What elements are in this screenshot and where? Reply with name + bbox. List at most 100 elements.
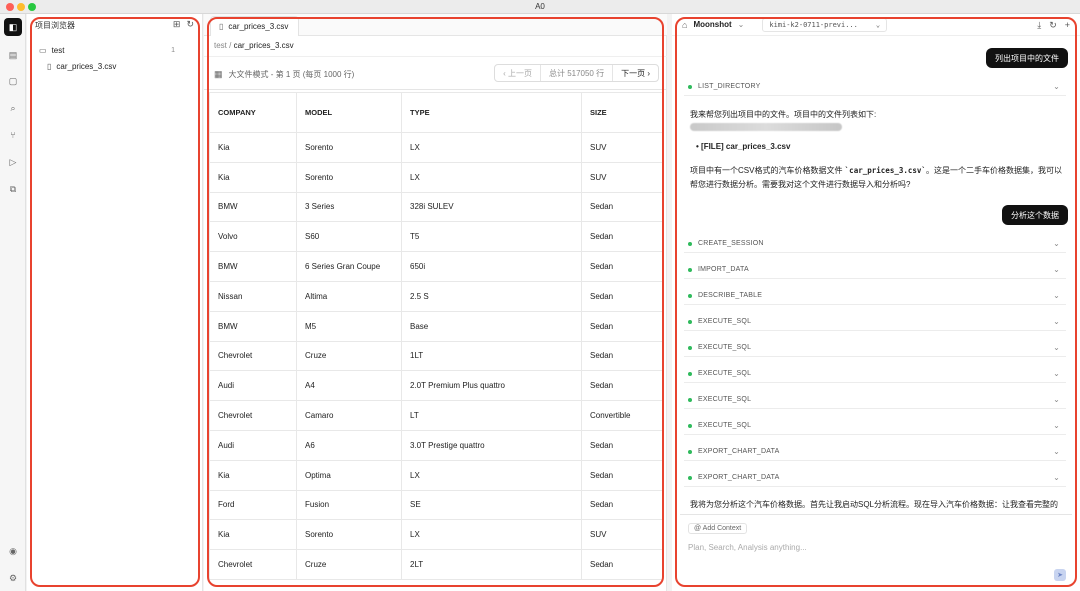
table-cell[interactable]: 2.5 S bbox=[401, 280, 582, 312]
table-cell[interactable]: 2.0T Premium Plus quattro bbox=[401, 370, 582, 402]
send-icon[interactable]: ➤ bbox=[1054, 569, 1066, 581]
table-cell[interactable]: 3.0T Prestige quattro bbox=[401, 429, 582, 461]
table-cell[interactable]: LX bbox=[401, 519, 582, 551]
tool-call-row[interactable]: EXECUTE_SQL ⌄ bbox=[684, 313, 1066, 331]
table-cell[interactable]: A6 bbox=[296, 429, 402, 461]
chevron-down-icon[interactable]: ⌄ bbox=[738, 20, 745, 29]
tool-call-row[interactable]: EXPORT_CHART_DATA ⌄ bbox=[684, 469, 1066, 487]
table-cell[interactable]: Sedan bbox=[581, 549, 663, 580]
table-cell[interactable]: S60 bbox=[296, 221, 402, 253]
table-cell[interactable]: Sedan bbox=[581, 429, 663, 461]
table-cell[interactable]: Kia bbox=[209, 459, 297, 491]
tree-file-car-prices[interactable]: ▯ car_prices_3.csv bbox=[27, 58, 203, 74]
table-cell[interactable]: LX bbox=[401, 161, 582, 193]
tab-car-prices[interactable]: ▯ car_prices_3.csv bbox=[210, 16, 300, 36]
table-cell[interactable]: Altima bbox=[296, 280, 402, 312]
table-cell[interactable]: Sedan bbox=[581, 221, 663, 253]
tool-call-row[interactable]: DESCRIBE_TABLE ⌄ bbox=[684, 287, 1066, 305]
table-cell[interactable]: Kia bbox=[209, 132, 297, 163]
table-cell[interactable]: Nissan bbox=[209, 280, 297, 312]
tool-call-row[interactable]: EXECUTE_SQL ⌄ bbox=[684, 417, 1066, 435]
table-cell[interactable]: Ford bbox=[209, 489, 297, 521]
table-cell[interactable]: Cruze bbox=[296, 340, 402, 372]
table-cell[interactable]: Audi bbox=[209, 370, 297, 402]
tool-call-row[interactable]: EXECUTE_SQL ⌄ bbox=[684, 339, 1066, 357]
table-cell[interactable]: Convertible bbox=[581, 400, 663, 431]
home-icon[interactable]: ⌂ bbox=[682, 20, 687, 30]
next-page-button[interactable]: 下一页 › bbox=[613, 65, 658, 81]
add-context-button[interactable]: @ Add Context bbox=[688, 523, 748, 534]
prev-page-button[interactable]: ‹ 上一页 bbox=[495, 65, 541, 81]
table-cell[interactable]: Fusion bbox=[296, 489, 402, 521]
table-cell[interactable]: Kia bbox=[209, 161, 297, 193]
table-cell[interactable]: Sedan bbox=[581, 280, 663, 312]
table-cell[interactable]: SUV bbox=[581, 132, 663, 163]
app-logo-icon[interactable]: ◧ bbox=[4, 18, 22, 36]
account-icon[interactable]: ◉ bbox=[4, 542, 22, 560]
tool-call-row[interactable]: EXPORT_CHART_DATA ⌄ bbox=[684, 443, 1066, 461]
table-cell[interactable]: 650i bbox=[401, 251, 582, 282]
provider-select[interactable]: Moonshot bbox=[693, 20, 731, 29]
new-folder-icon[interactable]: ⊞ bbox=[173, 19, 181, 30]
table-cell[interactable]: Audi bbox=[209, 429, 297, 461]
branch-icon[interactable]: ⑂ bbox=[4, 126, 22, 144]
table-cell[interactable]: Sedan bbox=[581, 370, 663, 402]
table-cell[interactable]: SUV bbox=[581, 519, 663, 551]
extensions-icon[interactable]: ⧉ bbox=[4, 180, 22, 198]
explorer-icon[interactable]: ▤ bbox=[4, 46, 22, 64]
table-cell[interactable]: Sedan bbox=[581, 489, 663, 521]
refresh-icon[interactable]: ↻ bbox=[186, 19, 194, 30]
tool-call-row[interactable]: CREATE_SESSION ⌄ bbox=[684, 235, 1066, 253]
chat-input[interactable]: Plan, Search, Analysis anything... bbox=[688, 543, 807, 552]
table-cell[interactable]: Optima bbox=[296, 459, 402, 491]
table-cell[interactable]: Chevrolet bbox=[209, 549, 297, 580]
table-cell[interactable]: Sedan bbox=[581, 459, 663, 491]
table-cell[interactable]: Sorento bbox=[296, 161, 402, 193]
table-cell[interactable]: 6 Series Gran Coupe bbox=[296, 251, 402, 282]
table-cell[interactable]: 3 Series bbox=[296, 191, 402, 223]
table-cell[interactable]: Cruze bbox=[296, 549, 402, 580]
table-cell[interactable]: M5 bbox=[296, 310, 402, 342]
settings-icon[interactable]: ⚙ bbox=[4, 569, 22, 587]
tree-folder-test[interactable]: ▭ test 1 bbox=[27, 42, 203, 58]
table-cell[interactable]: Sorento bbox=[296, 519, 402, 551]
table-cell[interactable]: Chevrolet bbox=[209, 340, 297, 372]
table-cell[interactable]: Sedan bbox=[581, 251, 663, 282]
table-cell[interactable]: Sorento bbox=[296, 132, 402, 163]
table-cell[interactable]: Sedan bbox=[581, 191, 663, 223]
table-cell[interactable]: SE bbox=[401, 489, 582, 521]
table-cell[interactable]: A4 bbox=[296, 370, 402, 402]
table-cell[interactable]: SUV bbox=[581, 161, 663, 193]
model-select[interactable]: kimi-k2-0711-previ... ⌄ bbox=[762, 17, 888, 32]
tool-call-row[interactable]: EXECUTE_SQL ⌄ bbox=[684, 391, 1066, 409]
table-cell[interactable]: Volvo bbox=[209, 221, 297, 253]
column-header[interactable]: SIZE bbox=[581, 92, 663, 133]
column-header[interactable]: MODEL bbox=[296, 92, 402, 133]
table-cell[interactable]: LX bbox=[401, 459, 582, 491]
table-cell[interactable]: 2LT bbox=[401, 549, 582, 580]
column-header[interactable]: TYPE bbox=[401, 92, 582, 133]
tool-call-row[interactable]: IMPORT_DATA ⌄ bbox=[684, 261, 1066, 279]
run-icon[interactable]: ▷ bbox=[4, 153, 22, 171]
search-icon[interactable]: ⌕ bbox=[4, 99, 22, 117]
tool-call-row[interactable]: EXECUTE_SQL ⌄ bbox=[684, 365, 1066, 383]
table-cell[interactable]: Camaro bbox=[296, 400, 402, 431]
table-cell[interactable]: Chevrolet bbox=[209, 400, 297, 431]
table-cell[interactable]: 328i SULEV bbox=[401, 191, 582, 223]
plus-icon[interactable]: + bbox=[1065, 20, 1070, 31]
column-header[interactable]: COMPANY bbox=[209, 92, 297, 133]
table-cell[interactable]: 1LT bbox=[401, 340, 582, 372]
table-cell[interactable]: T5 bbox=[401, 221, 582, 253]
chat-icon[interactable]: ▢ bbox=[4, 72, 22, 90]
table-cell[interactable]: BMW bbox=[209, 310, 297, 342]
table-cell[interactable]: Base bbox=[401, 310, 582, 342]
table-cell[interactable]: BMW bbox=[209, 191, 297, 223]
table-cell[interactable]: Kia bbox=[209, 519, 297, 551]
table-cell[interactable]: Sedan bbox=[581, 310, 663, 342]
refresh-icon[interactable]: ↻ bbox=[1049, 20, 1057, 31]
table-cell[interactable]: LX bbox=[401, 132, 582, 163]
table-cell[interactable]: LT bbox=[401, 400, 582, 431]
tool-call-row[interactable]: LIST_DIRECTORY ⌄ bbox=[684, 78, 1066, 96]
table-cell[interactable]: Sedan bbox=[581, 340, 663, 372]
breadcrumb-folder[interactable]: test bbox=[214, 41, 227, 50]
